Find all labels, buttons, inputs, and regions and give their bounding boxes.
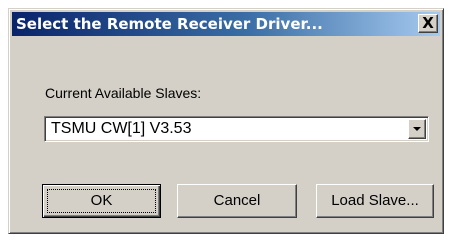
cancel-button[interactable]: Cancel	[177, 184, 297, 218]
dropdown-button[interactable]	[408, 119, 426, 139]
load-slave-button-label: Load Slave...	[331, 192, 419, 209]
slaves-selected-value: TSMU CW[1] V3.53	[51, 120, 192, 137]
ok-button[interactable]: OK	[42, 184, 161, 218]
dialog-window: Select the Remote Receiver Driver... X C…	[8, 8, 444, 234]
title-bar[interactable]: Select the Remote Receiver Driver... X	[12, 12, 440, 36]
ok-button-label: OK	[90, 192, 113, 209]
close-button[interactable]: X	[418, 14, 438, 33]
slaves-label: Current Available Slaves:	[45, 85, 202, 101]
chevron-down-icon	[413, 127, 421, 131]
window-title: Select the Remote Receiver Driver...	[16, 15, 323, 33]
close-icon: X	[422, 14, 434, 32]
load-slave-button[interactable]: Load Slave...	[316, 184, 434, 218]
cancel-button-label: Cancel	[213, 192, 261, 209]
slaves-dropdown[interactable]: TSMU CW[1] V3.53	[44, 116, 429, 142]
